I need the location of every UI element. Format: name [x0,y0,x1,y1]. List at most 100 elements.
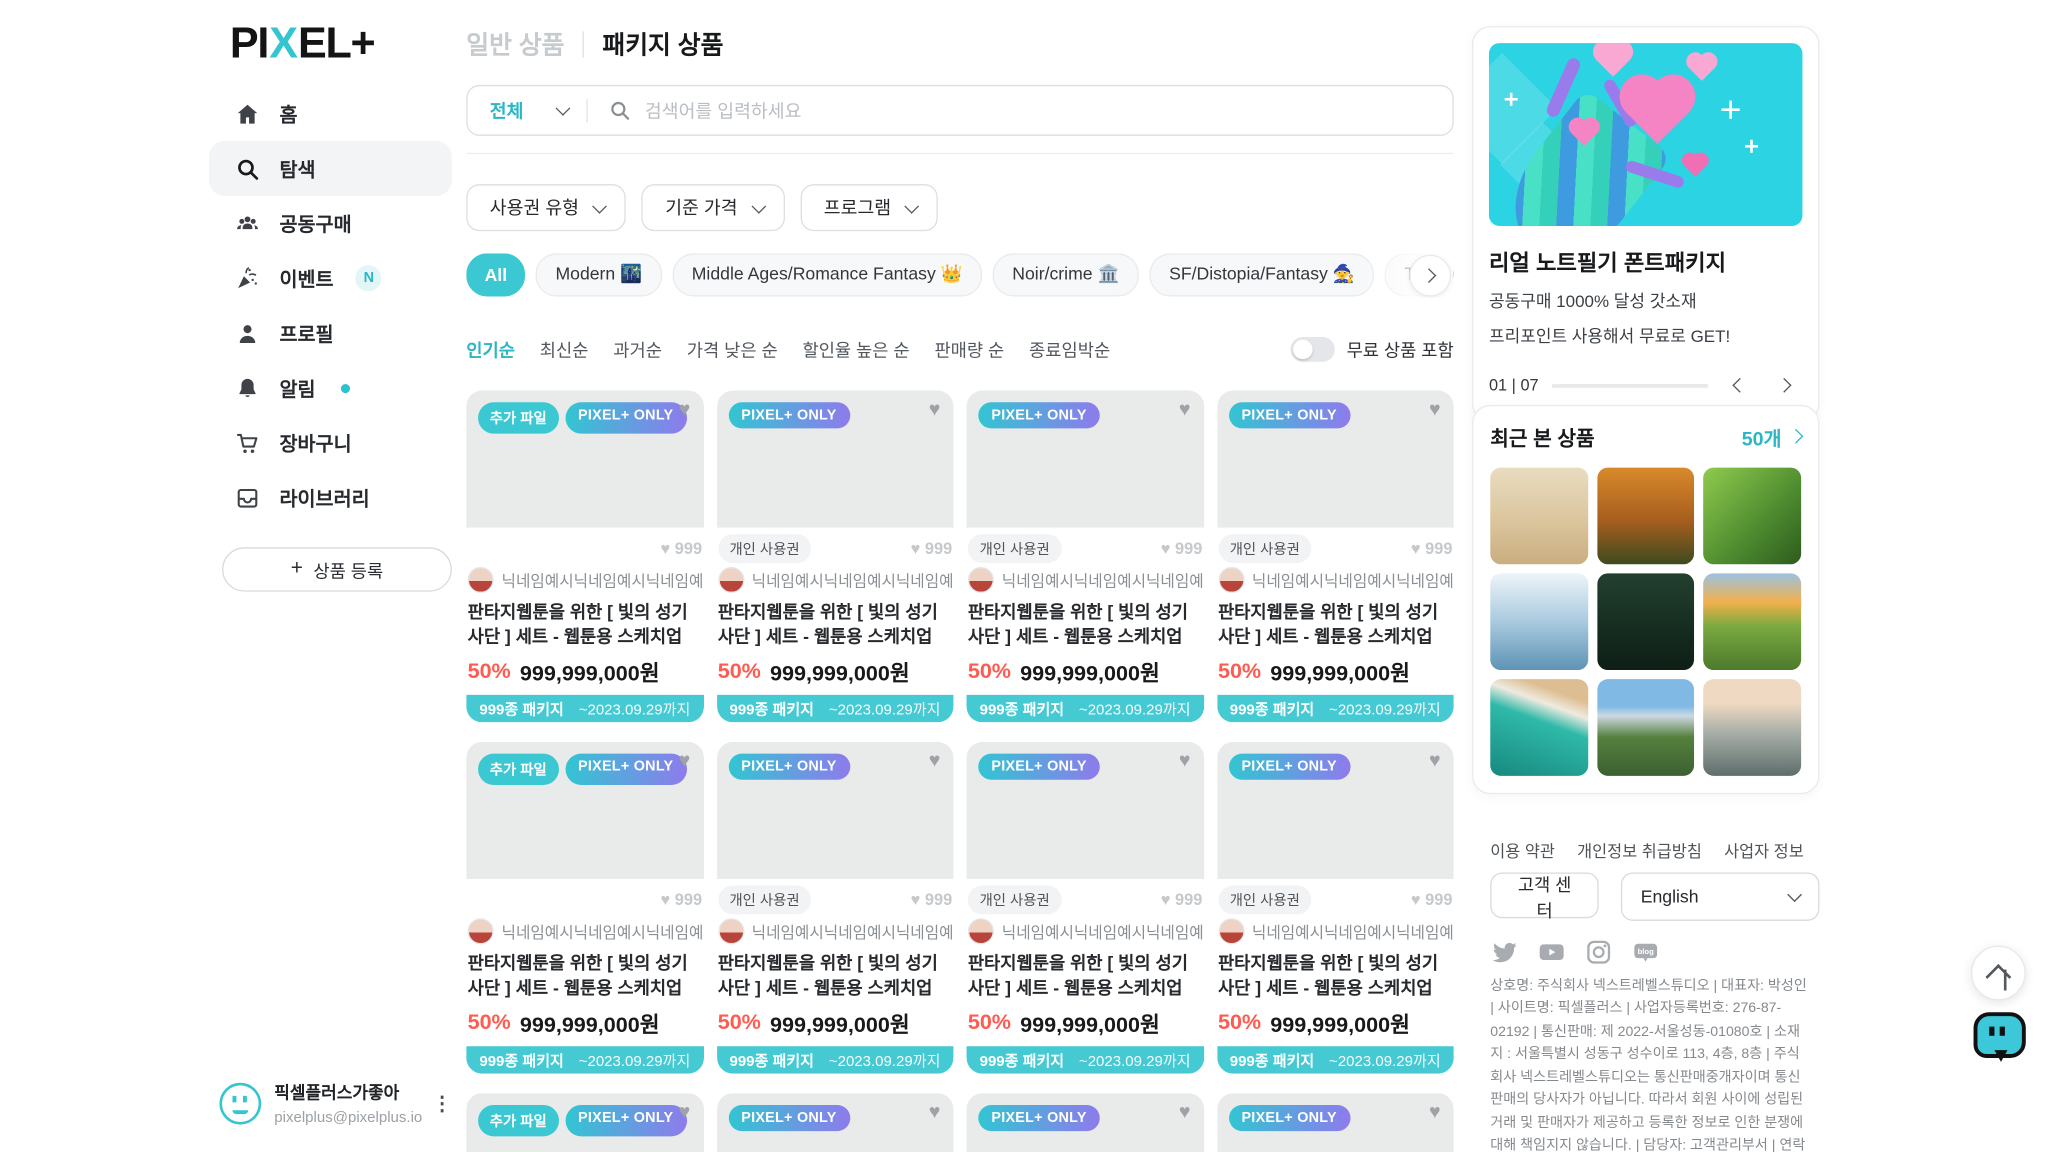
wishlist-heart-icon[interactable]: ♥ [679,1101,691,1123]
wishlist-heart-icon[interactable]: ♥ [679,750,691,772]
logo-text: EL+ [298,18,374,66]
sort-option[interactable]: 가격 낮은 순 [687,336,778,362]
product-card[interactable]: 추가 파일 PIXEL+ ONLY ♥ 개인 사용권 ♥ 999 닉네임예시닉네… [967,742,1204,1074]
ocean-beach-thumb[interactable] [1490,679,1588,776]
sidebar-item-4[interactable]: 프로필 [209,306,452,361]
party-popper-icon [235,266,260,291]
product-price: 999,999,000원 [1270,1007,1410,1038]
product-card[interactable]: 추가 파일 PIXEL+ ONLY ♥ 개인 사용권 ♥ 999 닉네임예시닉네… [1217,1093,1454,1152]
seller-name: 닉네임예시닉네임예시닉네임예시닉... [752,920,952,942]
sidebar-item-1[interactable]: 탐색 [209,141,452,196]
autumn-forest-thumb[interactable] [1597,468,1695,565]
chips-next-button[interactable] [1409,255,1451,297]
product-card[interactable]: 추가 파일 PIXEL+ ONLY ♥ 개인 사용권 ♥ 999 닉네임예시닉네… [967,1093,1204,1152]
scroll-to-top-button[interactable] [1971,946,2026,1001]
free-products-toggle[interactable] [1290,336,1334,361]
filter-dropdown[interactable]: 기준 가격 [642,184,785,231]
wishlist-heart-icon[interactable]: ♥ [1179,1101,1191,1123]
tab-package-products[interactable]: 패키지 상품 [602,26,723,61]
tab-general-products[interactable]: 일반 상품 [466,26,564,61]
avatar [219,1083,261,1125]
dark-lake-thumb[interactable] [1597,573,1695,670]
sort-option[interactable]: 종료임박순 [1029,336,1110,362]
language-select[interactable]: English [1621,872,1819,920]
product-card[interactable]: 추가 파일 PIXEL+ ONLY ♥ 개인 사용권 ♥ 999 닉네임예시닉네… [466,742,703,1074]
category-chip[interactable]: Noir/crime 🏛️ [993,253,1139,295]
recently-viewed-link[interactable]: 50개 [1742,424,1801,451]
river-valley-thumb[interactable] [1597,679,1695,776]
youtube-icon[interactable] [1537,938,1566,967]
product-card[interactable]: 추가 파일 PIXEL+ ONLY ♥ 개인 사용권 ♥ 999 닉네임예시닉네… [716,391,953,723]
package-info-bar: 999종 패키지 ~2023.09.29까지 [716,695,953,722]
tab-divider [583,31,584,57]
wishlist-heart-icon[interactable]: ♥ [1429,398,1441,420]
wishlist-heart-icon[interactable]: ♥ [1179,398,1191,420]
banner-prev-button[interactable] [1721,368,1755,402]
sidebar-item-0[interactable]: 홈 [209,86,452,141]
product-image-placeholder: 추가 파일 PIXEL+ ONLY ♥ [1217,742,1454,879]
product-image-placeholder: 추가 파일 PIXEL+ ONLY ♥ [466,1093,703,1152]
license-badge: 개인 사용권 [968,886,1062,915]
kebab-menu-icon[interactable]: ⋮ [432,1094,452,1114]
wishlist-heart-icon[interactable]: ♥ [1179,750,1191,772]
valley-sunset-thumb[interactable] [1704,573,1802,670]
sort-option[interactable]: 할인율 높은 순 [802,336,909,362]
misty-mountains-thumb[interactable] [1490,573,1588,670]
product-card[interactable]: 추가 파일 PIXEL+ ONLY ♥ 개인 사용권 ♥ 999 닉네임예시닉네… [466,1093,703,1152]
instagram-icon[interactable] [1584,938,1613,967]
license-badge: 개인 사용권 [1218,886,1312,915]
likes-count: ♥ 999 [1161,891,1202,909]
blog-icon[interactable]: blog [1631,938,1660,967]
product-card[interactable]: 추가 파일 PIXEL+ ONLY ♥ 개인 사용권 ♥ 999 닉네임예시닉네… [967,391,1204,723]
category-chip[interactable]: Middle Ages/Romance Fantasy 👑 [672,253,982,295]
product-card[interactable]: 추가 파일 PIXEL+ ONLY ♥ 개인 사용권 ♥ 999 닉네임예시닉네… [716,742,953,1074]
category-chip[interactable]: Modern 🌃 [536,253,662,295]
pixelplus-logo[interactable]: PIXEL+ [230,18,375,68]
footer-links: 이용 약관 개인정보 취급방침 사업자 정보 [1490,837,1803,862]
wishlist-heart-icon[interactable]: ♥ [679,398,691,420]
sidebar-item-3[interactable]: 이벤트 N [209,251,452,306]
sidebar-item-7[interactable]: 라이브러리 [209,470,452,525]
footer-link[interactable]: 사업자 정보 [1724,837,1804,862]
filter-dropdown[interactable]: 사용권 유형 [466,184,626,231]
category-chip[interactable]: All [466,253,525,295]
filter-dropdown[interactable]: 프로그램 [800,184,938,231]
footer-link[interactable]: 이용 약관 [1490,837,1555,862]
green-bokeh-thumb[interactable] [1704,468,1802,565]
sidebar-item-5[interactable]: 알림 [209,360,452,415]
search-category-dropdown[interactable]: 전체 [468,97,587,123]
product-card[interactable]: 추가 파일 PIXEL+ ONLY ♥ 개인 사용권 ♥ 999 닉네임예시닉네… [466,391,703,723]
product-card[interactable]: 추가 파일 PIXEL+ ONLY ♥ 개인 사용권 ♥ 999 닉네임예시닉네… [1217,391,1454,723]
customer-service-button[interactable]: 고객 센터 [1490,872,1599,918]
sort-option[interactable]: 과거순 [613,336,662,362]
banner-next-button[interactable] [1768,368,1802,402]
bell-icon [235,376,260,401]
twitter-icon[interactable] [1490,938,1519,967]
profile-name: 픽셀플러스가좋아 [274,1083,399,1103]
promo-banner-card[interactable]: 리얼 노트필기 폰트패키지 공동구매 1000% 달성 갓소재 프리포인트 사용… [1472,26,1819,422]
sort-option[interactable]: 인기순 [466,336,515,362]
package-deadline: ~2023.09.29까지 [1079,698,1191,719]
sort-option[interactable]: 판매량 순 [934,336,1004,362]
product-card[interactable]: 추가 파일 PIXEL+ ONLY ♥ 개인 사용권 ♥ 999 닉네임예시닉네… [1217,742,1454,1074]
product-card[interactable]: 추가 파일 PIXEL+ ONLY ♥ 개인 사용권 ♥ 999 닉네임예시닉네… [716,1093,953,1152]
sidebar-item-6[interactable]: 장바구니 [209,415,452,470]
sidebar-item-2[interactable]: 공동구매 [209,196,452,251]
sidebar: PIXEL+ 홈 탐색 공동구매 이벤트 N 프로필 알림 장바구니 [0,0,452,1152]
pampas-grass-thumb[interactable] [1490,468,1588,565]
wishlist-heart-icon[interactable]: ♥ [1429,1101,1441,1123]
category-chip[interactable]: SF/Distopia/Fantasy 🧙 [1149,253,1374,295]
sort-option[interactable]: 최신순 [540,336,589,362]
pixelplus-only-badge: PIXEL+ ONLY [728,1105,849,1131]
search-input[interactable] [642,99,1452,123]
register-product-button[interactable]: + 상품 등록 [222,547,452,591]
pixelplus-only-badge: PIXEL+ ONLY [978,754,1099,780]
hazy-ridges-thumb[interactable] [1704,679,1802,776]
profile-row[interactable]: 픽셀플러스가좋아 pixelplus@pixelplus.io ⋮ [219,1079,451,1129]
wishlist-heart-icon[interactable]: ♥ [929,750,941,772]
wishlist-heart-icon[interactable]: ♥ [929,398,941,420]
footer-link[interactable]: 개인정보 취급방침 [1577,837,1702,862]
wishlist-heart-icon[interactable]: ♥ [1429,750,1441,772]
chat-mascot-button[interactable] [1974,1012,2024,1059]
wishlist-heart-icon[interactable]: ♥ [929,1101,941,1123]
